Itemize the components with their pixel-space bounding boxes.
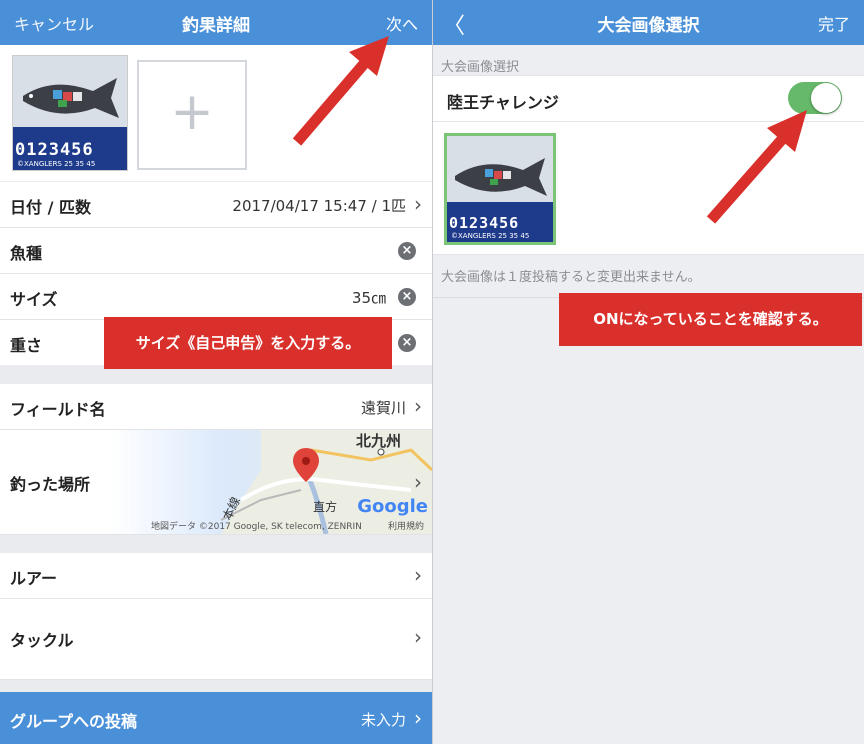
- size-label: サイズ: [10, 290, 58, 309]
- map-city-label: 北九州: [356, 432, 402, 450]
- map-terms-link[interactable]: 利用規約: [388, 519, 424, 532]
- add-photo-button[interactable]: +: [137, 60, 247, 170]
- group-post-value: 未入力: [360, 711, 406, 729]
- section-header: 大会画像選択: [433, 53, 864, 75]
- chevron-right-icon: ›: [414, 625, 422, 649]
- plus-icon: +: [170, 82, 214, 142]
- field-label: フィールド名: [10, 400, 106, 419]
- map-city-label: 直方: [313, 500, 338, 514]
- place-label: 釣った場所: [10, 475, 91, 494]
- row-place[interactable]: 釣った場所 北九州 直方 本線 Google 地図データ ©2017 Googl…: [0, 430, 432, 535]
- group-post-row[interactable]: グループへの投稿 未入力 ›: [0, 692, 432, 744]
- ruler-numbers: 0123456: [449, 214, 520, 232]
- ruler-brand: ©XANGLERS 25 35 45: [17, 160, 96, 168]
- group-post-label: グループへの投稿: [10, 712, 138, 731]
- chevron-right-icon: ›: [414, 394, 422, 418]
- row-tackle[interactable]: タックル ›: [0, 599, 432, 680]
- species-label: 魚種: [10, 244, 43, 263]
- page-title: 大会画像選択: [597, 16, 700, 36]
- date-count-value: 2017/04/17 15:47 / 1匹: [232, 197, 406, 215]
- contest-label: 陸王チャレンジ: [447, 93, 559, 112]
- ruler-brand: ©XANGLERS 25 35 45: [451, 232, 530, 240]
- row-date-count[interactable]: 日付 / 匹数 2017/04/17 15:47 / 1匹 ›: [0, 182, 432, 228]
- section-header-label: 大会画像選択: [441, 60, 520, 75]
- clear-icon[interactable]: ×: [398, 242, 416, 260]
- right-screen: 〈 大会画像選択 完了 大会画像選択 陸王チャレンジ 0123456 ©XANG…: [433, 0, 864, 744]
- next-button[interactable]: 次へ: [386, 11, 418, 35]
- page-title: 釣果詳細: [182, 16, 250, 36]
- chevron-right-icon: ›: [414, 192, 422, 216]
- arrow-icon: [706, 110, 807, 224]
- map-preview[interactable]: 北九州 直方 本線 Google 地図データ ©2017 Google, SK …: [111, 430, 432, 534]
- annotation-label: サイズ《自己申告》を入力する。: [104, 317, 392, 369]
- row-lure[interactable]: ルアー ›: [0, 553, 432, 599]
- left-screen: キャンセル 釣果詳細 次へ 0123456 ©XANGLERS 25 35 45…: [0, 0, 432, 744]
- row-field[interactable]: フィールド名 遠賀川 ›: [0, 384, 432, 430]
- chevron-right-icon: ›: [414, 563, 422, 587]
- done-button[interactable]: 完了: [818, 11, 850, 35]
- chevron-right-icon: ›: [414, 470, 422, 494]
- clear-icon[interactable]: ×: [398, 288, 416, 306]
- google-logo: Google: [357, 496, 428, 517]
- map-copyright: 地図データ ©2017 Google, SK telecom, ZENRIN: [151, 522, 362, 532]
- arrow-icon: [292, 36, 389, 146]
- fish-photo[interactable]: 0123456 ©XANGLERS 25 35 45: [12, 55, 128, 171]
- field-value: 遠賀川: [360, 399, 406, 417]
- ruler-numbers: 0123456: [15, 140, 94, 160]
- navbar: 〈 大会画像選択 完了: [433, 0, 864, 45]
- tackle-label: タックル: [10, 631, 74, 650]
- selected-photo[interactable]: 0123456 ©XANGLERS 25 35 45: [444, 133, 556, 245]
- date-count-label: 日付 / 匹数: [10, 198, 91, 217]
- lure-label: ルアー: [10, 569, 58, 588]
- weight-label: 重さ: [10, 336, 43, 355]
- clear-icon[interactable]: ×: [398, 334, 416, 352]
- row-species[interactable]: 魚種 ×: [0, 228, 432, 274]
- size-value: 35㎝: [351, 289, 386, 307]
- note-text: 大会画像は１度投稿すると変更出来ません。: [441, 270, 701, 285]
- chevron-right-icon: ›: [414, 706, 422, 730]
- row-size[interactable]: サイズ 35㎝ ×: [0, 274, 432, 320]
- annotation-label: ONになっていることを確認する。: [559, 293, 862, 346]
